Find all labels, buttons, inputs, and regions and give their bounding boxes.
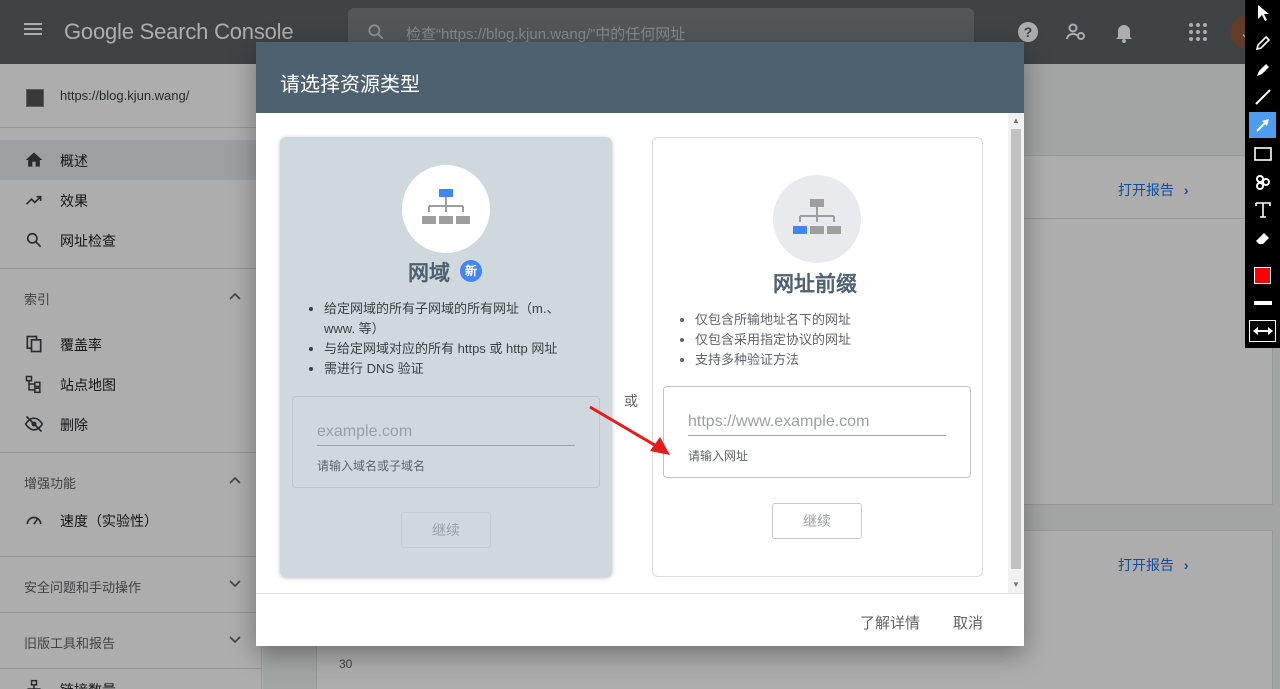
dialog-footer: 了解详情 取消 bbox=[256, 593, 1024, 646]
domain-option-card[interactable]: 网域 新 给定网域的所有子网域的所有网址（m.、www. 等） 与给定网域对应的… bbox=[280, 137, 612, 577]
expand-icon[interactable] bbox=[1249, 320, 1276, 342]
feature-item: 需进行 DNS 验证 bbox=[324, 359, 588, 379]
domain-title: 网域 bbox=[408, 262, 450, 285]
domain-input-helper: 请输入域名或子域名 bbox=[317, 459, 426, 473]
scroll-down-icon[interactable]: ▼ bbox=[1012, 581, 1020, 589]
domain-input[interactable] bbox=[317, 423, 575, 446]
domain-icon-circle bbox=[402, 165, 490, 253]
annotation-arrow bbox=[589, 405, 670, 455]
dialog-header: 请选择资源类型 bbox=[256, 42, 1024, 113]
url-prefix-icon-circle bbox=[773, 175, 861, 263]
domain-continue-button[interactable]: 继续 bbox=[401, 512, 491, 548]
line-icon[interactable] bbox=[1249, 84, 1276, 110]
url-prefix-input[interactable] bbox=[688, 413, 946, 436]
numbering-icon[interactable] bbox=[1249, 169, 1276, 195]
new-badge: 新 bbox=[460, 260, 482, 282]
scrollbar-thumb[interactable] bbox=[1011, 129, 1021, 569]
feature-item: 给定网域的所有子网域的所有网址（m.、www. 等） bbox=[324, 299, 588, 339]
cursor-icon[interactable] bbox=[1249, 0, 1276, 26]
feature-item: 仅包含所输地址名下的网址 bbox=[695, 310, 959, 330]
url-prefix-title: 网址前缀 bbox=[773, 273, 857, 296]
dialog-scrollbar[interactable]: ▲ ▼ bbox=[1008, 113, 1024, 593]
text-icon[interactable] bbox=[1249, 197, 1276, 223]
eraser-icon[interactable] bbox=[1249, 225, 1276, 251]
url-prefix-input-container: 请输入网址 bbox=[663, 386, 971, 478]
dialog-body: 网域 新 给定网域的所有子网域的所有网址（m.、www. 等） 与给定网域对应的… bbox=[256, 113, 1008, 593]
learn-more-button[interactable]: 了解详情 bbox=[860, 612, 920, 633]
annotation-toolbar bbox=[1245, 0, 1280, 348]
color-swatch[interactable] bbox=[1249, 262, 1276, 288]
dialog-title: 请选择资源类型 bbox=[280, 74, 420, 96]
scroll-up-icon[interactable]: ▲ bbox=[1012, 117, 1020, 125]
url-prefix-continue-button[interactable]: 继续 bbox=[772, 503, 862, 539]
highlighter-icon[interactable] bbox=[1249, 57, 1276, 83]
url-prefix-input-helper: 请输入网址 bbox=[688, 449, 749, 463]
cancel-button[interactable]: 取消 bbox=[953, 612, 983, 633]
select-property-type-dialog: 请选择资源类型 网域 新 给定网域的所有子网域的所有网址（m.、www. 等） … bbox=[256, 42, 1024, 646]
line-width-icon[interactable] bbox=[1249, 290, 1276, 316]
rectangle-icon[interactable] bbox=[1249, 141, 1276, 167]
domain-input-container: 请输入域名或子域名 bbox=[292, 396, 600, 488]
pencil-icon[interactable] bbox=[1249, 30, 1276, 56]
sitemap-icon bbox=[793, 199, 841, 234]
feature-item: 支持多种验证方法 bbox=[695, 350, 959, 370]
url-prefix-option-card[interactable]: 网址前缀 仅包含所输地址名下的网址 仅包含采用指定协议的网址 支持多种验证方法 … bbox=[652, 137, 983, 577]
arrow-icon[interactable] bbox=[1249, 112, 1276, 138]
feature-item: 与给定网域对应的所有 https 或 http 网址 bbox=[324, 339, 588, 359]
sitemap-icon bbox=[422, 189, 470, 224]
domain-feature-list: 给定网域的所有子网域的所有网址（m.、www. 等） 与给定网域对应的所有 ht… bbox=[306, 299, 588, 379]
feature-item: 仅包含采用指定协议的网址 bbox=[695, 330, 959, 350]
url-prefix-feature-list: 仅包含所输地址名下的网址 仅包含采用指定协议的网址 支持多种验证方法 bbox=[677, 310, 959, 370]
